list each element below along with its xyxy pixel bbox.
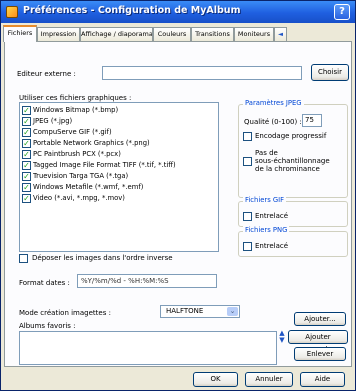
- tab-moniteurs[interactable]: Moniteurs: [234, 27, 274, 41]
- no-subsampling-label-line3: de la chrominance: [255, 165, 320, 173]
- ok-button[interactable]: OK: [193, 372, 238, 387]
- choose-button[interactable]: Choisir: [311, 64, 349, 81]
- png-interlaced-label: Entrelacé: [255, 242, 289, 250]
- thumb-mode-select[interactable]: HALFTONE ⌄: [160, 305, 240, 318]
- tab-scroll-icon[interactable]: ◄: [274, 27, 287, 41]
- checkbox-checked-icon[interactable]: ✓: [22, 194, 31, 203]
- checkbox-checked-icon[interactable]: ✓: [22, 183, 31, 192]
- jpeg-legend: Paramètres JPEG: [243, 99, 304, 107]
- gif-interlaced-checkbox[interactable]: [243, 212, 252, 221]
- tab-fichiers[interactable]: Fichiers: [3, 25, 37, 42]
- checkbox-checked-icon[interactable]: ✓: [22, 150, 31, 159]
- png-legend: Fichiers PNG: [243, 226, 290, 234]
- gif-interlaced-label: Entrelacé: [255, 212, 289, 220]
- favorites-label: Albums favoris :: [19, 322, 76, 330]
- cancel-button[interactable]: Annuler: [245, 372, 293, 387]
- use-files-label: Utiliser ces fichiers graphiques :: [19, 94, 132, 102]
- tab-couleurs[interactable]: Couleurs: [153, 27, 191, 41]
- help-button[interactable]: Aide: [300, 372, 345, 387]
- png-interlaced-checkbox[interactable]: [243, 242, 252, 251]
- reorder-arrows-icon[interactable]: ▲ ▼: [278, 330, 286, 346]
- tab-impression[interactable]: Impression: [37, 27, 80, 41]
- add-favorite-button[interactable]: Ajouter...: [294, 312, 346, 326]
- file-types-list[interactable]: ✓ Windows Bitmap (*.bmp) ✓ JPEG (*.jpg) ✓ C…: [19, 102, 219, 252]
- add-current-favorite-button[interactable]: Ajouter courant...: [288, 330, 348, 353]
- thumb-mode-label: Mode création imagettes :: [19, 309, 111, 317]
- checkbox-checked-icon[interactable]: ✓: [22, 161, 31, 170]
- editor-label: Editeur externe :: [17, 70, 76, 78]
- no-subsampling-label-line2: sous-échantillonnage: [255, 157, 330, 165]
- chevron-down-icon[interactable]: ⌄: [227, 307, 238, 316]
- tab-affichage-diaporama[interactable]: Affichage / diaporama: [80, 27, 153, 41]
- no-subsampling-checkbox[interactable]: [243, 157, 252, 166]
- app-icon: [6, 6, 18, 18]
- date-format-input[interactable]: %Y/%m/%d - %H:%M:%S: [77, 274, 217, 288]
- reverse-order-checkbox[interactable]: [19, 254, 28, 263]
- quality-label: Qualité (0-100) :: [244, 118, 302, 126]
- checkbox-checked-icon[interactable]: ✓: [22, 117, 31, 126]
- checkbox-checked-icon[interactable]: ✓: [22, 128, 31, 137]
- remove-favorite-button[interactable]: Enlever: [294, 347, 346, 361]
- window-title: Préférences - Configuration de MyAlbum: [23, 5, 241, 16]
- tab-transitions[interactable]: Transitions: [191, 27, 234, 41]
- checkbox-checked-icon[interactable]: ✓: [22, 172, 31, 181]
- progressive-checkbox[interactable]: [243, 132, 252, 141]
- reverse-order-label: Déposer les images dans l'ordre inverse: [32, 254, 173, 262]
- jpeg-settings-group: Paramètres JPEG Qualité (0-100) : 75 Enc…: [238, 99, 348, 198]
- gif-legend: Fichiers GIF: [243, 196, 287, 204]
- progressive-label: Encodage progressif: [255, 132, 327, 140]
- help-title-button[interactable]: ?: [334, 4, 350, 20]
- png-settings-group: Fichiers PNG Entrelacé: [238, 226, 348, 257]
- preferences-window: Préférences - Configuration de MyAlbum ?…: [0, 0, 356, 391]
- no-subsampling-label-line1: Pas de: [255, 149, 278, 157]
- editor-input[interactable]: [102, 66, 302, 80]
- title-bar[interactable]: Préférences - Configuration de MyAlbum ?: [1, 1, 355, 23]
- tab-panel-fichiers: Editeur externe : Choisir Utiliser ces f…: [4, 41, 352, 367]
- date-format-label: Format dates :: [19, 279, 70, 287]
- checkbox-checked-icon[interactable]: ✓: [22, 106, 31, 115]
- quality-input[interactable]: 75: [302, 114, 322, 127]
- gif-settings-group: Fichiers GIF Entrelacé: [238, 196, 348, 227]
- favorites-list[interactable]: [19, 331, 277, 365]
- checkbox-checked-icon[interactable]: ✓: [22, 139, 31, 148]
